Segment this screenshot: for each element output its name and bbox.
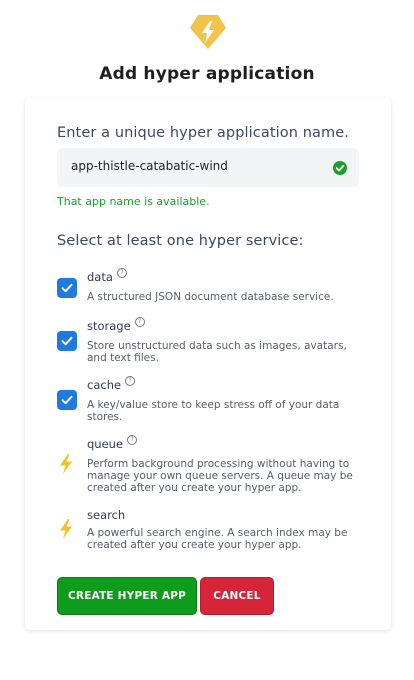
page-title: Add hyper application [99,64,315,84]
hyper-bolt-logo-icon [190,15,226,49]
app-name-field [57,148,359,187]
app-name-label: Enter a unique hyper application name. [57,125,349,141]
help-icon[interactable]: ? [127,435,138,445]
help-icon[interactable]: ? [125,376,136,386]
services-heading: Select at least one hyper service: [57,233,304,249]
service-data-name: data? [87,268,127,284]
app-name-input[interactable] [71,159,321,173]
add-app-page: Add hyper application Enter a unique hyp… [0,0,414,680]
checkmark-icon [61,283,73,293]
create-hyper-app-button[interactable]: CREATE HYPER APP [57,577,197,615]
help-icon[interactable]: ? [134,317,145,327]
checkmark-icon [61,395,73,405]
service-queue-name: queue? [87,435,138,451]
service-data: data? A structured JSON document databas… [55,268,365,310]
checkmark-icon [61,336,73,346]
lightning-bolt-icon [60,519,72,539]
cancel-button[interactable]: CANCEL [200,577,274,615]
service-storage-description: Store unstructured data such as images, … [87,340,347,364]
service-cache: cache? A key/value store to keep stress … [55,376,365,428]
service-data-description: A structured JSON document database serv… [87,291,334,303]
service-search: search A powerful search engine. A searc… [55,508,365,556]
service-cache-name: cache? [87,376,136,392]
name-availability-message: That app name is available. [57,195,210,208]
service-storage-name: storage? [87,317,145,333]
help-icon[interactable]: ? [116,268,127,278]
check-circle-icon [333,161,347,175]
lightning-bolt-icon [60,454,72,474]
service-storage: storage? Store unstructured data such as… [55,317,365,369]
service-cache-checkbox[interactable] [57,390,77,410]
service-queue-description: Perform background processing without ha… [87,458,353,494]
service-cache-description: A key/value store to keep stress off of … [87,399,340,423]
service-search-name: search [87,508,126,522]
service-queue: queue? Perform background processing wit… [55,435,365,497]
service-data-checkbox[interactable] [57,278,77,298]
service-search-description: A powerful search engine. A search index… [87,527,348,551]
service-storage-checkbox[interactable] [57,331,77,351]
